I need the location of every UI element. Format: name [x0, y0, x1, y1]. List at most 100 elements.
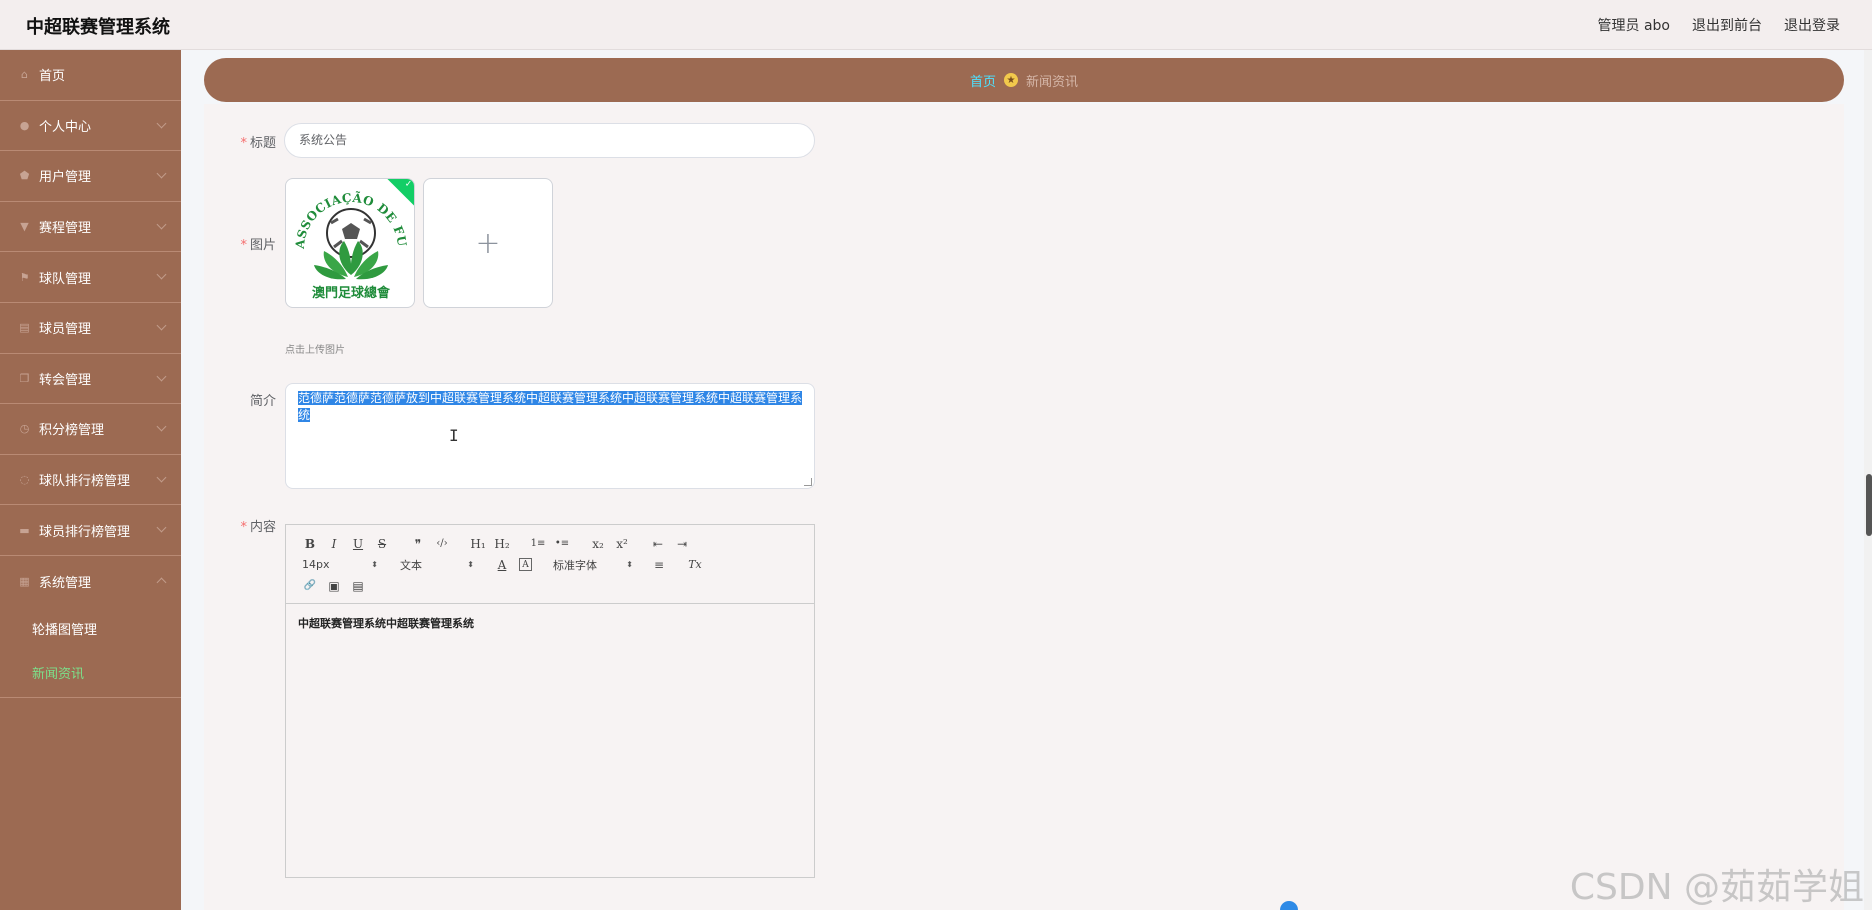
- bullet-list-button[interactable]: •≡: [550, 538, 574, 549]
- font-size-select[interactable]: 14px ⬍: [298, 558, 378, 571]
- text-style-select[interactable]: 文本 ⬍: [396, 557, 474, 573]
- image-label-text: 图片: [249, 238, 276, 253]
- header-actions: 管理员 abo 退出到前台 退出登录: [1598, 15, 1840, 35]
- chevron-down-icon: [156, 168, 167, 179]
- sidebar-item-system[interactable]: ▦ 系统管理: [0, 556, 181, 607]
- sidebar-item-label: 积分榜管理: [39, 423, 105, 439]
- flag-icon: ⚑: [19, 270, 30, 284]
- sidebar-item-players[interactable]: ▤ 球员管理: [0, 303, 181, 354]
- underline-button[interactable]: U: [346, 537, 370, 551]
- quote-button[interactable]: ❞: [406, 537, 430, 551]
- title-label-text: 标题: [249, 136, 276, 151]
- sidebar-item-profile[interactable]: ● 个人中心: [0, 101, 181, 152]
- toolbar-row-2: 14px ⬍ 文本 ⬍ A A 标准字体 ⬍ ≡ Tx: [298, 554, 802, 575]
- sidebar-item-teams[interactable]: ⚑ 球队管理: [0, 252, 181, 303]
- video-button[interactable]: ▤: [346, 579, 370, 593]
- intro-textarea[interactable]: 范德萨范德萨范德萨放到中超联赛管理系统中超联赛管理系统中超联赛管理系统中超联赛管…: [285, 383, 815, 489]
- content-label-text: 内容: [249, 520, 276, 535]
- sidebar-item-label: 球队管理: [39, 271, 92, 287]
- indent-button[interactable]: ⇥: [670, 537, 694, 551]
- text-color-button[interactable]: A: [490, 558, 514, 572]
- loading-icon: ◌: [19, 473, 30, 487]
- shield-icon: ⬟: [19, 169, 30, 183]
- bold-button[interactable]: B: [298, 537, 322, 551]
- background-color-button[interactable]: A: [519, 558, 532, 571]
- required-mark: *: [240, 520, 247, 535]
- text-style-value: 文本: [400, 558, 422, 572]
- chat-icon: ▼: [20, 220, 29, 234]
- chevron-down-icon: [156, 269, 167, 280]
- intro-text: 范德萨范德萨范德萨放到中超联赛管理系统中超联赛管理系统中超联赛管理系统中超联赛管…: [298, 391, 803, 422]
- ordered-list-button[interactable]: 1≡: [526, 538, 550, 549]
- clock-icon: ◷: [19, 422, 30, 436]
- logout-link[interactable]: 退出登录: [1784, 15, 1840, 35]
- editor-content[interactable]: 中超联赛管理系统中超联赛管理系统: [286, 604, 814, 642]
- image-label: * 图片: [196, 234, 276, 253]
- system-submenu: 轮播图管理 新闻资讯: [0, 607, 181, 698]
- sidebar-subitem-carousel[interactable]: 轮播图管理: [0, 607, 181, 651]
- image-button[interactable]: ▣: [322, 579, 346, 593]
- subscript-button[interactable]: x₂: [586, 537, 610, 551]
- sidebar-item-home[interactable]: ⌂ 首页: [0, 50, 181, 101]
- chevron-up-icon: [156, 577, 167, 588]
- copy-icon: ❐: [19, 371, 30, 385]
- sidebar-item-label: 球员排行榜管理: [39, 524, 131, 540]
- sidebar-item-team-rank[interactable]: ◌ 球队排行榜管理: [0, 455, 181, 506]
- sidebar-item-transfers[interactable]: ❐ 转会管理: [0, 354, 181, 405]
- h2-button[interactable]: H₂: [490, 537, 514, 551]
- breadcrumb-current: 新闻资讯: [1026, 74, 1079, 90]
- app-title: 中超联赛管理系统: [26, 17, 170, 38]
- upload-tip: 点击上传图片: [285, 345, 345, 356]
- sidebar-item-player-rank[interactable]: ▬ 球员排行榜管理: [0, 505, 181, 556]
- sidebar-item-label: 转会管理: [39, 372, 92, 388]
- sidebar-item-users[interactable]: ⬟ 用户管理: [0, 151, 181, 202]
- chevron-down-icon: [156, 320, 167, 331]
- italic-button[interactable]: I: [322, 537, 346, 551]
- breadcrumb-home[interactable]: 首页: [970, 71, 996, 90]
- clean-format-button[interactable]: Tx: [683, 558, 707, 571]
- font-family-select[interactable]: 标准字体 ⬍: [549, 557, 633, 573]
- watermark: CSDN @茹茹学姐: [1569, 867, 1864, 908]
- page-scrollbar[interactable]: [1864, 50, 1872, 910]
- code-button[interactable]: ‹/›: [430, 538, 454, 549]
- link-button[interactable]: 🔗: [298, 580, 322, 591]
- check-icon: ✓: [404, 179, 413, 190]
- uploaded-image[interactable]: ASSOCIAÇÃO DE FUTEBOL DE MACAU 澳門足球總會 ✓: [285, 178, 415, 308]
- text-cursor-icon: I: [449, 426, 459, 445]
- strike-button[interactable]: S: [370, 537, 394, 551]
- scrollbar-thumb[interactable]: [1866, 474, 1872, 536]
- editor-toolbar: B I U S ❞ ‹/› H₁ H₂ 1≡ •≡ x₂ x² ⇤ ⇥ 14px…: [286, 525, 814, 604]
- rich-text-editor: B I U S ❞ ‹/› H₁ H₂ 1≡ •≡ x₂ x² ⇤ ⇥ 14px…: [285, 524, 815, 878]
- align-button[interactable]: ≡: [647, 558, 671, 572]
- top-bar: 中超联赛管理系统 管理员 abo 退出到前台 退出登录: [0, 0, 1872, 50]
- sidebar-item-label: 个人中心: [39, 119, 92, 135]
- chevron-down-icon: [156, 118, 167, 129]
- chevron-down-icon: [156, 371, 167, 382]
- select-arrow-icon: ⬍: [371, 560, 378, 569]
- sidebar-item-label: 首页: [39, 69, 66, 85]
- title-input[interactable]: 系统公告: [284, 123, 815, 158]
- superscript-button[interactable]: x²: [610, 537, 634, 551]
- chevron-down-icon: [156, 421, 167, 432]
- sidebar-item-schedule[interactable]: ▼ 赛程管理: [0, 202, 181, 253]
- sidebar-item-label: 球员管理: [39, 322, 92, 338]
- upload-add-button[interactable]: +: [423, 178, 553, 308]
- title-label: * 标题: [196, 132, 276, 151]
- front-link[interactable]: 退出到前台: [1692, 15, 1762, 35]
- outdent-button[interactable]: ⇤: [646, 537, 670, 551]
- content-label: * 内容: [196, 516, 276, 535]
- resize-handle-icon[interactable]: [804, 478, 812, 486]
- sidebar-item-label: 系统管理: [39, 575, 92, 591]
- user-label: 管理员 abo: [1597, 18, 1670, 34]
- required-mark: *: [240, 238, 247, 253]
- h1-button[interactable]: H₁: [466, 537, 490, 551]
- sidebar-item-label: 赛程管理: [39, 221, 92, 237]
- sidebar-subitem-news[interactable]: 新闻资讯: [0, 651, 181, 695]
- user-icon: ●: [19, 118, 30, 132]
- intro-label-text: 简介: [249, 394, 276, 409]
- sidebar-item-standings[interactable]: ◷ 积分榜管理: [0, 404, 181, 455]
- toolbar-row-3: 🔗 ▣ ▤: [298, 575, 802, 596]
- home-icon: ⌂: [21, 68, 28, 82]
- intro-label: 简介: [196, 390, 276, 409]
- comment-icon: ▬: [19, 523, 30, 537]
